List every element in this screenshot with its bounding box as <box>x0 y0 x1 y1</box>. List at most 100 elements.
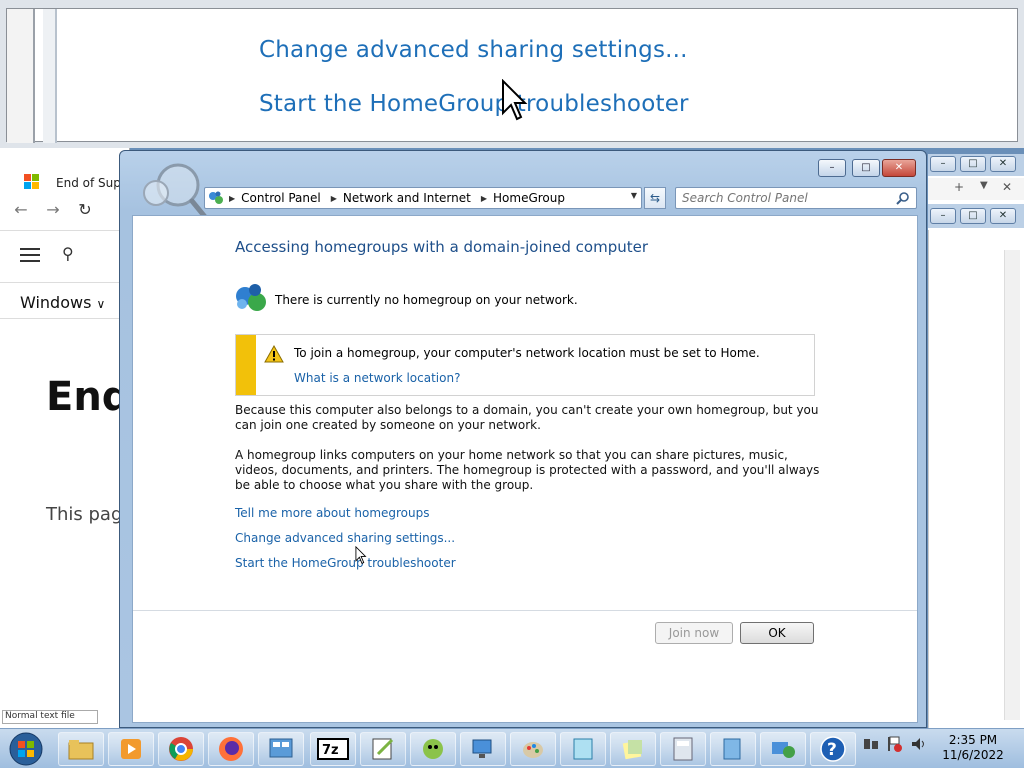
chrome-icon[interactable] <box>158 732 204 766</box>
control-panel-icon[interactable] <box>258 732 304 766</box>
search-box[interactable] <box>675 187 917 209</box>
background-window: – □ ✕ + ▼ ✕ – □ ✕ <box>928 154 1024 728</box>
maximize-button[interactable]: □ <box>852 159 880 177</box>
close-button[interactable]: ✕ <box>990 208 1016 224</box>
search-input[interactable] <box>682 190 892 206</box>
svg-text:7z: 7z <box>322 743 339 758</box>
zoom-link-troubleshooter[interactable]: Start the HomeGroup troubleshooter <box>259 91 689 117</box>
search-icon[interactable] <box>896 191 910 205</box>
breadcrumb-control-panel[interactable]: Control Panel <box>241 191 321 205</box>
close-tab-icon[interactable]: ✕ <box>1002 180 1012 194</box>
magnified-edge <box>7 9 35 143</box>
warning-text: To join a homegroup, your computer's net… <box>294 346 760 360</box>
clock-date: 11/6/2022 <box>942 748 1004 762</box>
media-center-icon[interactable] <box>108 732 154 766</box>
minimize-button[interactable]: – <box>930 208 956 224</box>
search-icon[interactable]: ⚲ <box>62 244 74 263</box>
windows-update-icon[interactable] <box>710 732 756 766</box>
status-bar-text: Normal text file <box>2 710 98 724</box>
warning-bar <box>236 335 256 395</box>
page-body-text: This pag <box>46 504 123 525</box>
warning-icon <box>264 345 284 363</box>
title-bar: – □ ✕ <box>928 204 1024 228</box>
maximize-button[interactable]: □ <box>960 208 986 224</box>
paint-icon[interactable] <box>510 732 556 766</box>
browser-tab[interactable]: End of Suppor <box>8 156 141 190</box>
tab-strip: + ▼ ✕ <box>928 178 1024 200</box>
task-scheduler-icon[interactable] <box>410 732 456 766</box>
address-bar[interactable]: ▶ Control Panel ▶ Network and Internet ▶… <box>204 187 642 209</box>
page-heading: End <box>46 374 131 420</box>
action-center-icon[interactable] <box>886 735 904 753</box>
homegroup-status: There is currently no homegroup on your … <box>275 293 578 307</box>
start-button-icon[interactable] <box>4 731 48 767</box>
warning-box: To join a homegroup, your computer's net… <box>235 334 815 396</box>
dropdown-label: Windows <box>20 293 92 312</box>
breadcrumb-network-internet[interactable]: Network and Internet <box>343 191 471 205</box>
divider <box>0 230 130 231</box>
clock-time: 2:35 PM <box>948 733 998 747</box>
taskbar: 7z ? 2:35 PM 11/6/2022 <box>0 728 1024 768</box>
network-icon <box>205 188 227 208</box>
network-location-link[interactable]: What is a network location? <box>294 371 460 385</box>
refresh-button[interactable]: ⇆ <box>644 187 666 209</box>
hamburger-menu-icon[interactable] <box>20 248 40 262</box>
close-button[interactable]: ✕ <box>882 159 916 177</box>
network-tray-icon[interactable] <box>862 735 880 753</box>
system-tray <box>862 735 928 753</box>
windows-dropdown[interactable]: Windows ∨ <box>20 293 105 312</box>
breadcrumb-arrow-icon[interactable]: ▶ <box>229 194 235 203</box>
troubleshooter-link[interactable]: Start the HomeGroup troubleshooter <box>235 556 456 570</box>
minimize-button[interactable]: – <box>930 156 956 172</box>
refresh-icon[interactable]: ↻ <box>76 200 94 222</box>
remote-desktop-icon[interactable] <box>460 732 506 766</box>
zoom-cursor-icon <box>502 79 528 121</box>
homegroup-window: – □ ✕ ▶ Control Panel ▶ Network and Inte… <box>119 150 927 728</box>
magnifier-view: Change advanced sharing settings... Star… <box>0 0 1024 148</box>
clock[interactable]: 2:35 PM 11/6/2022 <box>930 733 1016 763</box>
mouse-cursor-icon <box>355 546 367 564</box>
join-now-button[interactable]: Join now <box>655 622 733 644</box>
browser-nav: ← → ↻ <box>12 200 122 222</box>
sticky-notes-icon[interactable] <box>610 732 656 766</box>
notepad-icon[interactable] <box>560 732 606 766</box>
close-button[interactable]: ✕ <box>990 156 1016 172</box>
chevron-down-icon[interactable]: ▼ <box>631 191 637 200</box>
page-title: Accessing homegroups with a domain-joine… <box>235 238 649 256</box>
explorer-icon[interactable] <box>58 732 104 766</box>
minimize-button[interactable]: – <box>818 159 846 177</box>
calculator-icon[interactable] <box>660 732 706 766</box>
advanced-sharing-link[interactable]: Change advanced sharing settings... <box>235 531 455 545</box>
breadcrumb-arrow-icon[interactable]: ▶ <box>481 194 487 203</box>
volume-icon[interactable] <box>910 735 928 753</box>
breadcrumb-homegroup[interactable]: HomeGroup <box>493 191 565 205</box>
magnified-content: Change advanced sharing settings... Star… <box>6 8 1018 143</box>
microsoft-logo-icon <box>24 174 40 190</box>
magnified-border <box>43 9 57 143</box>
divider <box>0 318 130 319</box>
content-area: Accessing homegroups with a domain-joine… <box>132 215 918 723</box>
help-icon[interactable]: ? <box>810 732 856 766</box>
7zip-icon[interactable]: 7z <box>310 732 356 766</box>
firefox-icon[interactable] <box>208 732 254 766</box>
svg-text:?: ? <box>827 740 837 760</box>
domain-info-text: Because this computer also belongs to a … <box>235 403 819 432</box>
notepad-plus-icon[interactable] <box>360 732 406 766</box>
maximize-button[interactable]: □ <box>960 156 986 172</box>
edge-browser-window: End of Suppor ← → ↻ ⚲ Windows ∨ End This… <box>0 148 141 728</box>
zoom-link-advanced-sharing[interactable]: Change advanced sharing settings... <box>259 37 688 63</box>
network-sharing-icon[interactable] <box>760 732 806 766</box>
ok-button[interactable]: OK <box>740 622 814 644</box>
new-tab-icon[interactable]: + <box>954 180 964 194</box>
homegroup-icon <box>236 284 266 311</box>
scrollbar[interactable] <box>1004 250 1020 720</box>
chevron-down-icon[interactable]: ▼ <box>980 180 988 191</box>
homegroup-description: A homegroup links computers on your home… <box>235 448 820 492</box>
forward-icon[interactable]: → <box>44 200 62 222</box>
divider <box>0 282 130 283</box>
chevron-down-icon: ∨ <box>96 297 106 311</box>
tell-more-link[interactable]: Tell me more about homegroups <box>235 506 430 520</box>
back-icon[interactable]: ← <box>12 200 30 222</box>
breadcrumb-arrow-icon[interactable]: ▶ <box>331 194 337 203</box>
button-separator <box>133 610 917 611</box>
